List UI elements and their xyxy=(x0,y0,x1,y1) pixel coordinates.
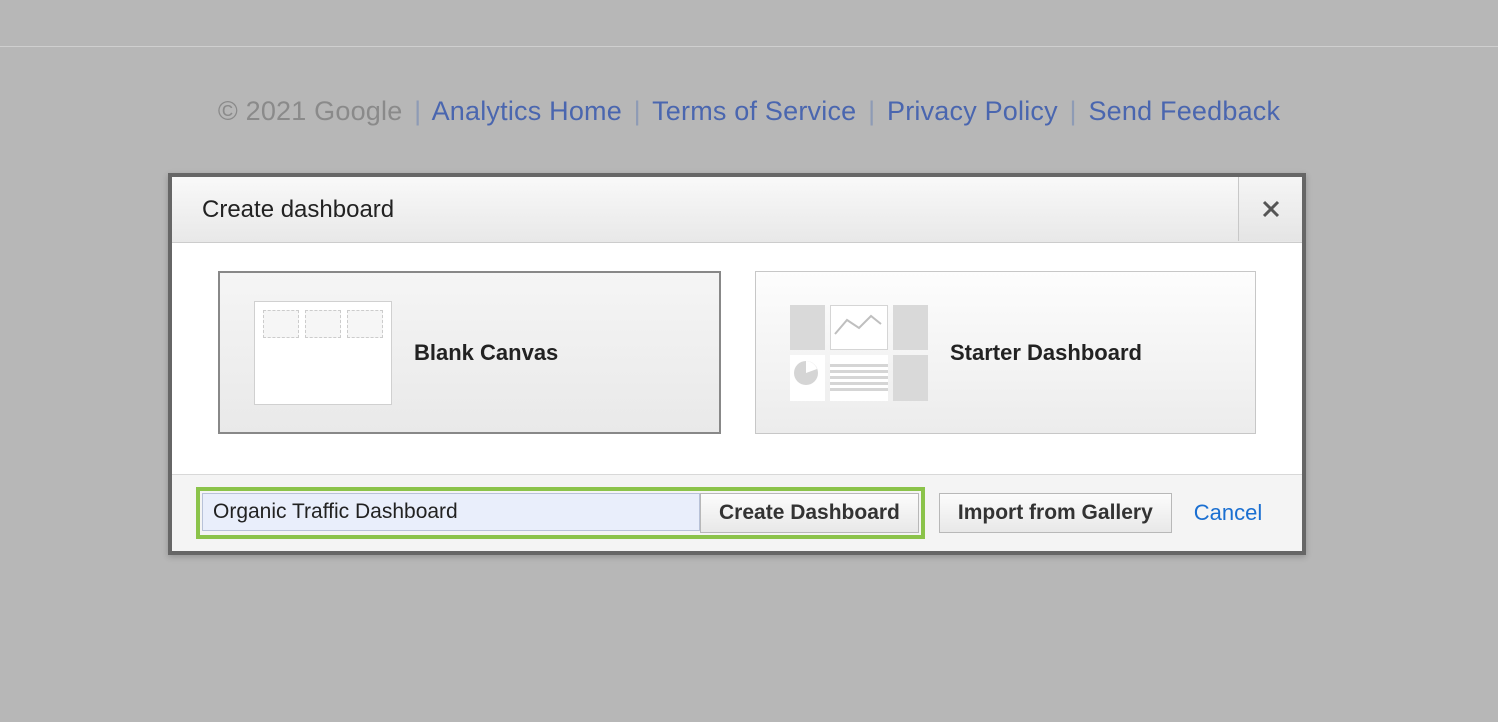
thumb-cell xyxy=(790,305,825,351)
dialog-header: Create dashboard xyxy=(172,177,1302,243)
dialog-footer: Create Dashboard Import from Gallery Can… xyxy=(172,474,1302,551)
thumb-cell-pie-icon xyxy=(790,355,825,401)
send-feedback-link[interactable]: Send Feedback xyxy=(1088,96,1280,126)
thumb-cell-text-icon xyxy=(830,355,888,401)
blank-canvas-label: Blank Canvas xyxy=(414,340,558,366)
thumb-cell xyxy=(305,310,341,338)
blank-canvas-thumb xyxy=(254,301,392,405)
import-from-gallery-button[interactable]: Import from Gallery xyxy=(939,493,1172,533)
thumb-cell-chart-icon xyxy=(830,305,888,351)
separator: | xyxy=(414,96,421,126)
thumb-cell xyxy=(347,310,383,338)
highlighted-input-group: Create Dashboard xyxy=(196,487,925,539)
close-button[interactable] xyxy=(1238,177,1302,241)
dialog-title: Create dashboard xyxy=(172,196,394,224)
top-divider xyxy=(0,46,1498,47)
copyright-text: © 2021 Google xyxy=(218,96,403,126)
starter-dashboard-option[interactable]: Starter Dashboard xyxy=(755,271,1256,434)
starter-dashboard-thumb xyxy=(790,305,928,401)
thumb-cell xyxy=(263,310,299,338)
footer-links: © 2021 Google | Analytics Home | Terms o… xyxy=(0,96,1498,127)
separator: | xyxy=(634,96,641,126)
dialog-body: Blank Canvas xyxy=(172,243,1302,474)
create-dashboard-dialog: Create dashboard Blank Canvas xyxy=(168,173,1306,555)
separator: | xyxy=(868,96,875,126)
separator: | xyxy=(1070,96,1077,126)
dashboard-name-input[interactable] xyxy=(202,493,700,531)
thumb-cell xyxy=(893,305,928,351)
analytics-home-link[interactable]: Analytics Home xyxy=(432,96,622,126)
starter-dashboard-label: Starter Dashboard xyxy=(950,340,1142,366)
close-icon xyxy=(1261,199,1281,219)
privacy-policy-link[interactable]: Privacy Policy xyxy=(887,96,1058,126)
create-dashboard-button[interactable]: Create Dashboard xyxy=(700,493,919,533)
blank-canvas-option[interactable]: Blank Canvas xyxy=(218,271,721,434)
thumb-cell xyxy=(893,355,928,401)
cancel-link[interactable]: Cancel xyxy=(1194,500,1262,526)
terms-of-service-link[interactable]: Terms of Service xyxy=(652,96,856,126)
